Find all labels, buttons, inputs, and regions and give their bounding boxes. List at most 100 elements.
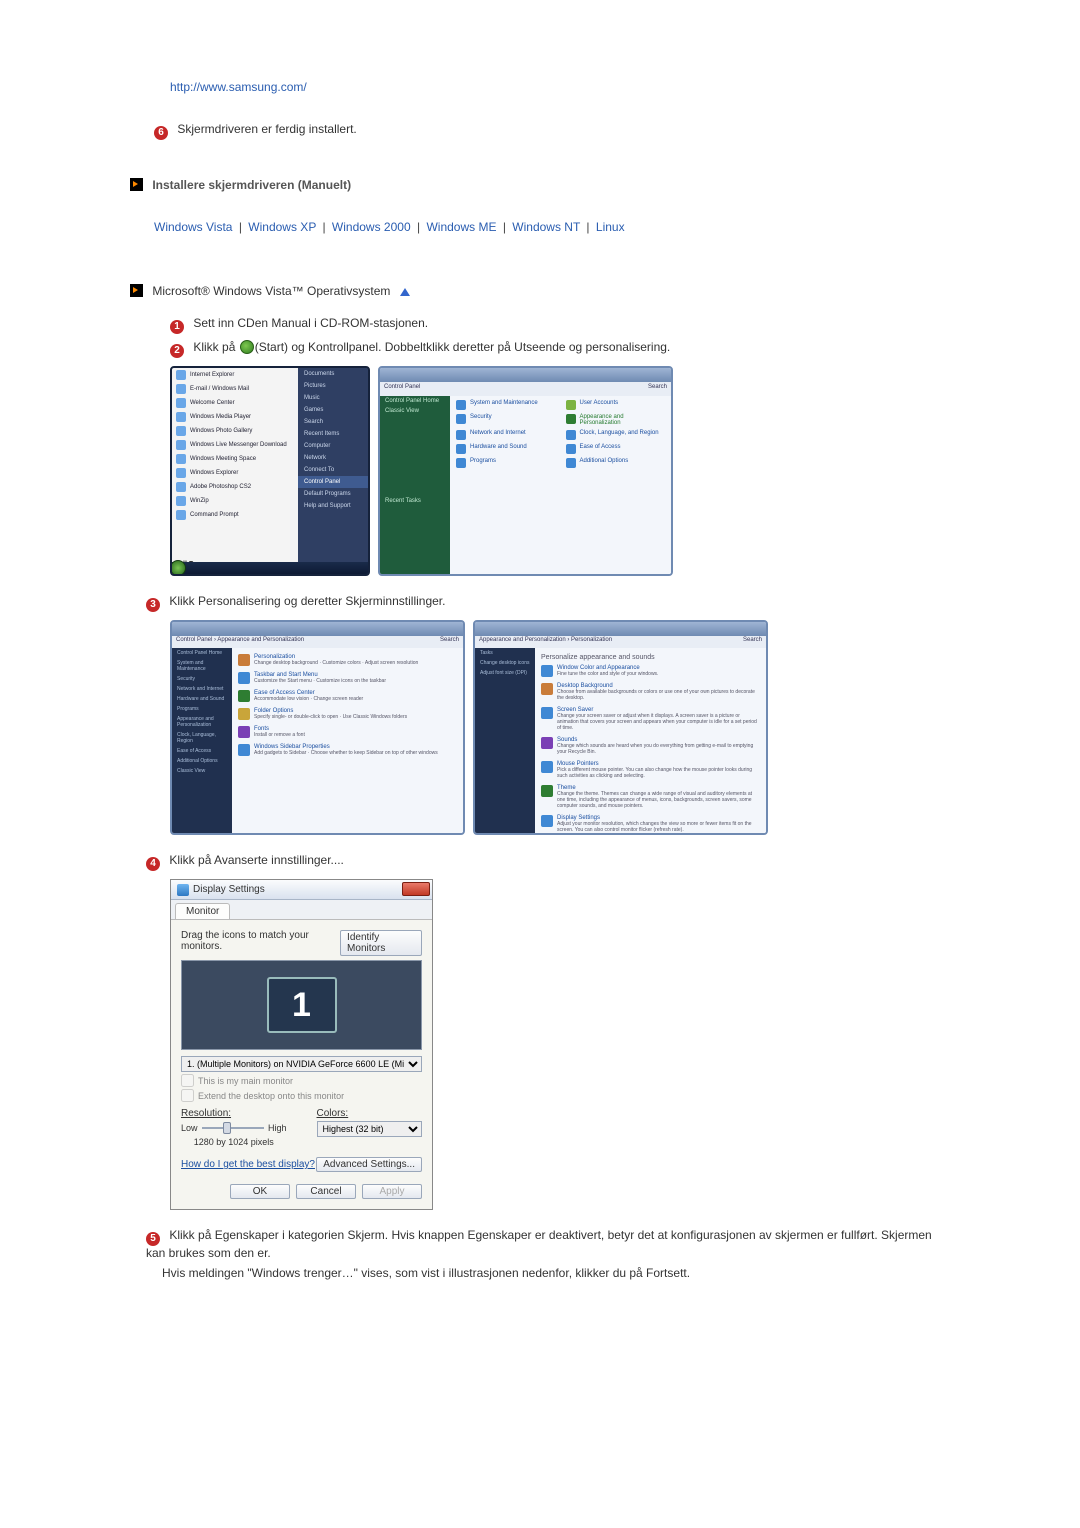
startmenu-item: Adobe Photoshop CS2: [172, 480, 302, 494]
startmenu-item: Welcome Center: [172, 396, 302, 410]
startmenu-item: Windows Photo Gallery: [172, 424, 302, 438]
personalization-item: Desktop BackgroundChoose from available …: [541, 683, 760, 701]
cp-category: Programs: [456, 458, 556, 468]
colors-label: Colors:: [317, 1108, 423, 1119]
vista-heading: Microsoft® Windows Vista™ Operativsystem: [152, 284, 390, 298]
startmenu-right-item: Games: [298, 404, 368, 416]
appearance-item: FontsInstall or remove a font: [238, 726, 457, 738]
startmenu-item: WinZip: [172, 494, 302, 508]
start-menu-panel: Internet ExplorerE-mail / Windows MailWe…: [170, 366, 370, 576]
badge-1: 1: [170, 320, 184, 334]
colors-select[interactable]: Highest (32 bit): [317, 1121, 423, 1137]
step2-post: (Start) og Kontrollpanel. Dobbeltklikk d…: [255, 340, 671, 354]
cp-category: System and Maintenance: [456, 400, 556, 410]
cp-category: Security: [456, 414, 556, 426]
startmenu-right-item: Network: [298, 452, 368, 464]
step2-pre: Klikk på: [193, 340, 238, 354]
personalization-item: Mouse PointersPick a different mouse poi…: [541, 761, 760, 779]
taskbar-start-orb-icon: [170, 560, 186, 576]
appearance-item: Ease of Access CenterAccommodate low vis…: [238, 690, 457, 702]
link-2000[interactable]: Windows 2000: [332, 220, 411, 234]
resolution-value: 1280 by 1024 pixels: [181, 1137, 287, 1147]
step1-text: Sett inn CDen Manual i CD-ROM-stasjonen.: [193, 316, 428, 330]
link-vista[interactable]: Windows Vista: [154, 220, 232, 234]
appearance-window: Control Panel › Appearance and Personali…: [170, 620, 465, 835]
cp-category: Ease of Access: [566, 444, 666, 454]
badge-2: 2: [170, 344, 184, 358]
cp-category: Additional Options: [566, 458, 666, 468]
startmenu-item: Windows Live Messenger Download: [172, 438, 302, 452]
monitor-device-select[interactable]: 1. (Multiple Monitors) on NVIDIA GeForce…: [181, 1056, 422, 1072]
apply-button: Apply: [362, 1184, 422, 1199]
link-xp[interactable]: Windows XP: [248, 220, 316, 234]
appearance-item: PersonalizationChange desktop background…: [238, 654, 457, 666]
link-me[interactable]: Windows ME: [426, 220, 496, 234]
startmenu-right-item: Help and Support: [298, 500, 368, 512]
ok-button[interactable]: OK: [230, 1184, 290, 1199]
screenshot-step4: Display Settings Monitor Drag the icons …: [170, 879, 950, 1210]
startmenu-right-item: Default Programs: [298, 488, 368, 500]
startmenu-right-item: Connect To: [298, 464, 368, 476]
advanced-settings-button[interactable]: Advanced Settings...: [316, 1157, 422, 1172]
startmenu-right-item: Pictures: [298, 380, 368, 392]
step4-text: Klikk på Avanserte innstillinger....: [169, 853, 344, 867]
manual-install-heading: Installere skjermdriveren (Manuelt): [152, 178, 351, 192]
startmenu-right-item: Computer: [298, 440, 368, 452]
tab-monitor[interactable]: Monitor: [175, 903, 230, 919]
identify-monitors-button[interactable]: Identify Monitors: [340, 930, 422, 956]
close-icon[interactable]: [402, 882, 430, 896]
link-nt[interactable]: Windows NT: [512, 220, 580, 234]
cp-breadcrumb: Control Panel: [384, 384, 420, 394]
best-display-help-link[interactable]: How do I get the best display?: [181, 1159, 315, 1170]
badge-6: 6: [154, 126, 168, 140]
extend-desktop-checkbox: [181, 1089, 194, 1102]
personalization-item: Display SettingsAdjust your monitor reso…: [541, 815, 760, 833]
download-url[interactable]: http://www.samsung.com/: [170, 80, 950, 94]
resolution-label: Resolution:: [181, 1108, 287, 1119]
collapse-caret-icon[interactable]: [400, 288, 410, 296]
cp-category: Hardware and Sound: [456, 444, 556, 454]
startmenu-right-item: Search: [298, 416, 368, 428]
personalization-item: Screen SaverChange your screen saver or …: [541, 707, 760, 731]
window-icon: [177, 884, 189, 896]
personalization-item: SoundsChange which sounds are heard when…: [541, 737, 760, 755]
startmenu-item: Internet Explorer: [172, 368, 302, 382]
cp-category: Clock, Language, and Region: [566, 430, 666, 440]
startmenu-item: Windows Media Player: [172, 410, 302, 424]
arrow-bullet-icon: [130, 284, 143, 297]
cp-category: Network and Internet: [456, 430, 556, 440]
main-monitor-checkbox: [181, 1074, 194, 1087]
personalization-item: ThemeChange the theme. Themes can change…: [541, 785, 760, 809]
startmenu-right-item: Documents: [298, 368, 368, 380]
dialog-title: Display Settings: [193, 884, 265, 895]
step3-text: Klikk Personalisering og deretter Skjerm…: [169, 594, 445, 608]
appearance-item: Windows Sidebar PropertiesAdd gadgets to…: [238, 744, 457, 756]
badge-5: 5: [146, 1232, 160, 1246]
step6-text: Skjermdriveren er ferdig installert.: [177, 122, 356, 136]
badge-4: 4: [146, 857, 160, 871]
personalization-window: Appearance and Personalization › Persona…: [473, 620, 768, 835]
step5a-text: Klikk på Egenskaper i kategorien Skjerm.…: [146, 1228, 932, 1260]
badge-3: 3: [146, 598, 160, 612]
startmenu-item: Windows Meeting Space: [172, 452, 302, 466]
display-settings-dialog: Display Settings Monitor Drag the icons …: [170, 879, 433, 1210]
control-panel-window: Control PanelSearch Control Panel HomeCl…: [378, 366, 673, 576]
personalization-item: Window Color and AppearanceFine tune the…: [541, 665, 760, 677]
resolution-slider[interactable]: [202, 1121, 264, 1135]
link-linux[interactable]: Linux: [596, 220, 625, 234]
monitor-1-icon[interactable]: 1: [267, 977, 337, 1033]
startmenu-item: Command Prompt: [172, 508, 302, 522]
startmenu-right-item: Music: [298, 392, 368, 404]
start-orb-icon: [240, 340, 254, 354]
appearance-item: Folder OptionsSpecify single- or double-…: [238, 708, 457, 720]
screenshot-step2: Internet ExplorerE-mail / Windows MailWe…: [170, 366, 950, 576]
startmenu-item: Windows Explorer: [172, 466, 302, 480]
drag-instruction: Drag the icons to match your monitors.: [181, 930, 340, 952]
os-links-row: Windows Vista | Windows XP | Windows 200…: [154, 220, 950, 234]
startmenu-right-item: Control Panel: [298, 476, 368, 488]
step5b-text: Hvis meldingen "Windows trenger…" vises,…: [162, 1266, 690, 1280]
monitor-preview-area[interactable]: 1: [181, 960, 422, 1050]
appearance-item: Taskbar and Start MenuCustomize the Star…: [238, 672, 457, 684]
cp-category: Appearance and Personalization: [566, 414, 666, 426]
cancel-button[interactable]: Cancel: [296, 1184, 356, 1199]
